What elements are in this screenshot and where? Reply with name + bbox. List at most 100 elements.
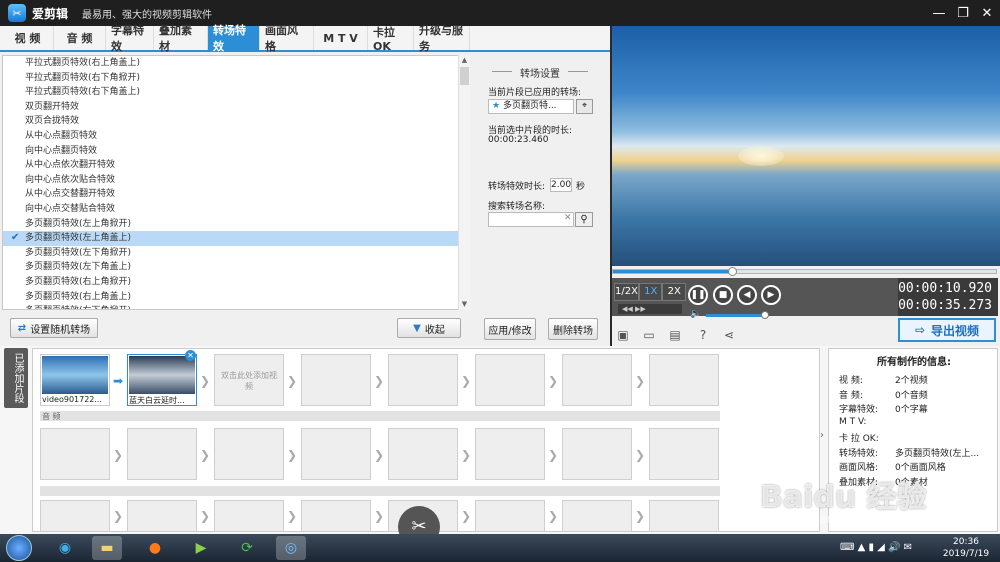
- transition-item[interactable]: 从中心点交替翻开特效: [3, 187, 467, 202]
- transition-item[interactable]: 从中心点依次翻开特效: [3, 158, 467, 173]
- empty-clip-slot[interactable]: [388, 354, 458, 406]
- audio-slot[interactable]: [40, 428, 110, 480]
- remove-clip-icon[interactable]: ✕: [185, 350, 196, 361]
- transition-item[interactable]: 从中心点翻页特效: [3, 129, 467, 144]
- speed-option[interactable]: 1/2X: [614, 283, 639, 301]
- media-player-icon[interactable]: ◉: [50, 536, 80, 560]
- transition-item[interactable]: 多页翻页特效(右上角盖上): [3, 290, 467, 305]
- search-input[interactable]: [488, 212, 574, 227]
- tab-3[interactable]: 叠加素材: [154, 24, 208, 53]
- video-player-icon[interactable]: ▶: [186, 536, 216, 560]
- transition-item[interactable]: 向中心点交替贴合特效: [3, 202, 467, 217]
- subtitle-slot[interactable]: [127, 500, 197, 532]
- scroll-up-icon[interactable]: ▲: [459, 55, 470, 66]
- apply-button[interactable]: 应用/修改: [484, 318, 536, 340]
- start-button[interactable]: [6, 535, 32, 561]
- tab-1[interactable]: 音 频: [54, 26, 106, 50]
- subtitle-slot[interactable]: [562, 500, 632, 532]
- tab-2[interactable]: 字幕特效: [106, 24, 154, 53]
- collect-button[interactable]: ▼ 收起: [397, 318, 461, 338]
- subtitle-slot[interactable]: [301, 500, 371, 532]
- file-explorer-icon[interactable]: ▬: [92, 536, 122, 560]
- tab-4[interactable]: 转场特效: [208, 24, 260, 53]
- help-icon[interactable]: ?: [696, 328, 710, 342]
- prev-frame-icon[interactable]: ◀: [737, 285, 757, 305]
- audio-slot[interactable]: [214, 428, 284, 480]
- empty-clip-slot[interactable]: [649, 354, 719, 406]
- empty-clip-slot[interactable]: [562, 354, 632, 406]
- subtitle-slot[interactable]: [40, 500, 110, 532]
- scroll-thumb[interactable]: [460, 67, 469, 85]
- tab-7[interactable]: 卡拉OK: [368, 26, 414, 53]
- audio-slot[interactable]: [301, 428, 371, 480]
- transition-item[interactable]: 多页翻页特效(左上角掀开): [3, 217, 467, 232]
- transition-item[interactable]: 多页翻页特效(右下角掀开): [3, 304, 467, 309]
- transition-item[interactable]: 向中心点翻页特效: [3, 144, 467, 159]
- volume-handle[interactable]: [761, 311, 769, 319]
- applied-transition-field: ★ 多页翻页特...: [488, 99, 574, 114]
- speed-selector[interactable]: 1/2X 1X 2X: [614, 283, 687, 301]
- transition-list[interactable]: 平拉式翻页特效(右上角盖上) 平拉式翻页特效(右下角掀开) 平拉式翻页特效(右下角盖…: [2, 55, 468, 310]
- transition-item[interactable]: 多页翻页特效(左下角盖上): [3, 260, 467, 275]
- transition-item[interactable]: 多页翻页特效(右上角掀开): [3, 275, 467, 290]
- subtitle-slot[interactable]: [214, 500, 284, 532]
- subtitle-slot[interactable]: [649, 500, 719, 532]
- tab-8[interactable]: 升级与服务: [414, 24, 470, 53]
- subtitle-slot[interactable]: [475, 500, 545, 532]
- transition-item[interactable]: 双页翻开特效: [3, 100, 467, 115]
- transition-item[interactable]: 双页合拢特效: [3, 114, 467, 129]
- export-video-button[interactable]: ⇨ 导出视频: [898, 318, 996, 342]
- info-key: 卡 拉 OK:: [839, 434, 879, 444]
- audio-slot[interactable]: [475, 428, 545, 480]
- restore-button[interactable]: ❐: [952, 3, 974, 23]
- sync-icon[interactable]: ⟳: [232, 536, 262, 560]
- transition-item[interactable]: ✔ 多页翻页特效(左上角盖上): [3, 231, 467, 246]
- audio-slot[interactable]: [127, 428, 197, 480]
- empty-clip-slot[interactable]: [475, 354, 545, 406]
- transition-label: 多页翻页特效(右上角盖上): [25, 291, 132, 302]
- clock[interactable]: 20:36 2019/7/19: [936, 536, 996, 560]
- tab-5[interactable]: 画面风格: [260, 24, 314, 53]
- list-scrollbar[interactable]: ▲ ▼: [458, 55, 470, 310]
- transition-label: 双页翻开特效: [25, 101, 80, 112]
- empty-clip-slot[interactable]: [301, 354, 371, 406]
- collapse-info-icon[interactable]: ›: [820, 430, 828, 446]
- minimize-button[interactable]: —: [928, 3, 950, 23]
- speed-option[interactable]: 1X: [638, 283, 663, 301]
- aijianji-task-icon[interactable]: ◎: [276, 536, 306, 560]
- audio-slot[interactable]: [562, 428, 632, 480]
- clear-search-icon[interactable]: ✕: [564, 213, 572, 223]
- added-clips-tab[interactable]: 已添加片段: [4, 348, 28, 408]
- locate-transition-icon[interactable]: ⌖: [576, 99, 593, 114]
- transition-item[interactable]: 平拉式翻页特效(右下角掀开): [3, 71, 467, 86]
- pause-icon[interactable]: ❚❚: [688, 285, 708, 305]
- search-icon[interactable]: ⚲: [575, 212, 593, 227]
- next-frame-icon[interactable]: ▶: [761, 285, 781, 305]
- random-transition-button[interactable]: ⇄ 设置随机转场: [10, 318, 98, 338]
- share-icon[interactable]: ⋖: [722, 328, 736, 342]
- firefox-icon[interactable]: ●: [140, 536, 170, 560]
- tab-6[interactable]: M T V: [314, 26, 368, 50]
- effect-duration-input[interactable]: 2.00: [550, 178, 572, 192]
- open-folder-icon[interactable]: ▭: [642, 328, 656, 342]
- frame-step-icon[interactable]: ◀◀ ▶▶: [618, 304, 682, 314]
- info-row: 音 频: 0个音频: [839, 388, 928, 401]
- transition-item[interactable]: 向中心点依次贴合特效: [3, 173, 467, 188]
- audio-slot[interactable]: [388, 428, 458, 480]
- volume-icon[interactable]: 🔈: [690, 309, 701, 319]
- transition-item[interactable]: 平拉式翻页特效(右上角盖上): [3, 56, 467, 71]
- tab-0[interactable]: 视 频: [2, 26, 54, 50]
- speed-option[interactable]: 2X: [662, 283, 687, 301]
- seek-handle[interactable]: [728, 267, 737, 276]
- transition-item[interactable]: 多页翻页特效(左下角掀开): [3, 246, 467, 261]
- scroll-down-icon[interactable]: ▼: [459, 299, 470, 310]
- stop-icon[interactable]: ■: [713, 285, 733, 305]
- transition-item[interactable]: 平拉式翻页特效(右下角盖上): [3, 85, 467, 100]
- delete-transition-button[interactable]: 删除转场: [548, 318, 598, 340]
- new-project-icon[interactable]: ▣: [616, 328, 630, 342]
- audio-slot[interactable]: [649, 428, 719, 480]
- system-tray[interactable]: ⌨ ▲ ▮ ◢ 🔊 ✉: [840, 542, 912, 553]
- save-icon[interactable]: ▤: [668, 328, 682, 342]
- close-button[interactable]: ✕: [976, 3, 998, 23]
- volume-slider[interactable]: [706, 314, 765, 317]
